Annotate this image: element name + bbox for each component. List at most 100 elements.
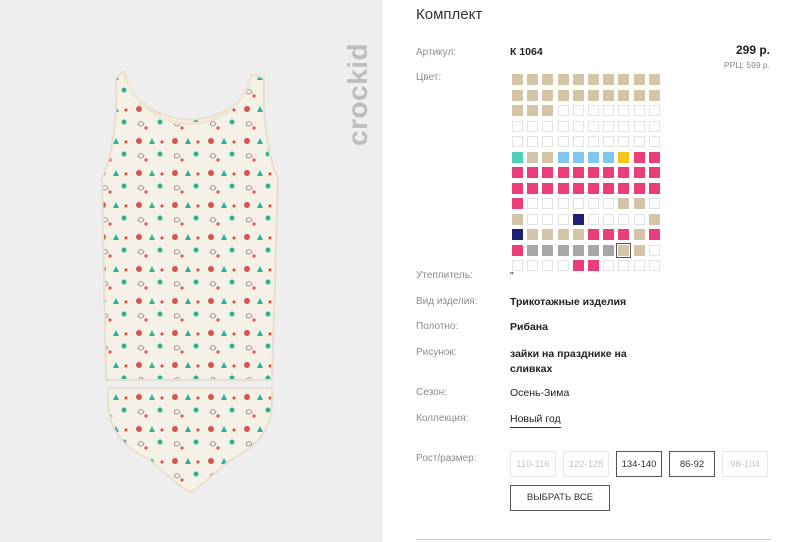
color-swatch-beige[interactable] — [527, 89, 539, 101]
color-swatch-beige[interactable] — [527, 105, 539, 116]
color-swatch-beige[interactable] — [542, 74, 554, 85]
color-swatch-empty — [633, 213, 645, 225]
color-swatch-empty — [648, 120, 660, 132]
color-swatch-grey[interactable] — [603, 244, 615, 256]
color-swatch-pink[interactable] — [512, 244, 523, 256]
size-option-134-140[interactable]: 134-140 — [616, 451, 662, 477]
color-swatch-beige[interactable] — [542, 151, 554, 163]
color-swatch-beige[interactable] — [648, 213, 660, 225]
product-title: Комплект — [416, 6, 483, 23]
color-swatch-beige[interactable] — [633, 89, 645, 101]
color-swatch-pink[interactable] — [572, 260, 584, 271]
color-swatch-beige[interactable] — [633, 74, 645, 85]
color-swatch-beige[interactable] — [633, 198, 645, 209]
color-swatch-beige[interactable] — [616, 242, 632, 258]
color-swatch-pink[interactable] — [572, 182, 584, 194]
color-swatch-grey[interactable] — [527, 244, 539, 256]
color-swatch-beige[interactable] — [512, 105, 523, 116]
color-swatch-sky[interactable] — [572, 151, 584, 163]
size-option-110-116[interactable]: 110-116 — [510, 451, 556, 477]
color-swatch-pink[interactable] — [648, 182, 660, 194]
color-swatch-pink[interactable] — [588, 167, 599, 178]
size-option-98-104[interactable]: 98-104 — [722, 451, 768, 477]
color-swatch-beige[interactable] — [603, 89, 615, 101]
color-swatch-empty — [618, 120, 630, 132]
color-swatch-beige[interactable] — [512, 213, 523, 225]
color-swatch-pink[interactable] — [557, 167, 569, 178]
color-swatch-pink[interactable] — [588, 182, 599, 194]
color-swatch-pink[interactable] — [527, 167, 539, 178]
color-swatch-pink[interactable] — [618, 182, 630, 194]
color-swatch-pink[interactable] — [588, 229, 599, 240]
color-swatch-pink[interactable] — [648, 167, 660, 178]
color-swatch-beige[interactable] — [572, 229, 584, 240]
size-option-122-128[interactable]: 122-128 — [563, 451, 609, 477]
color-swatch-pink[interactable] — [512, 167, 523, 178]
product-photo[interactable]: crockid — [0, 0, 383, 542]
color-swatch-empty — [527, 213, 539, 225]
color-swatch-beige[interactable] — [557, 74, 569, 85]
color-swatch-beige[interactable] — [542, 105, 554, 116]
color-swatch-beige[interactable] — [603, 74, 615, 85]
color-swatch-navy[interactable] — [512, 229, 523, 240]
color-swatch-beige[interactable] — [572, 89, 584, 101]
color-swatch-pink[interactable] — [527, 182, 539, 194]
color-swatch-empty — [588, 213, 599, 225]
color-swatch-navy[interactable] — [572, 213, 584, 225]
color-swatch-pink[interactable] — [603, 229, 615, 240]
color-swatch-pink[interactable] — [603, 182, 615, 194]
color-swatch-pink[interactable] — [633, 167, 645, 178]
color-swatch-yellow[interactable] — [618, 151, 630, 163]
color-swatch-pink[interactable] — [633, 151, 645, 163]
color-swatch-grey[interactable] — [588, 244, 599, 256]
color-swatch-grey[interactable] — [572, 244, 584, 256]
size-option-86-92[interactable]: 86-92 — [669, 451, 715, 477]
color-swatch-sky[interactable] — [588, 151, 599, 163]
color-swatch-pink[interactable] — [588, 260, 599, 271]
color-swatch-pink[interactable] — [572, 167, 584, 178]
color-swatch-pink[interactable] — [618, 167, 630, 178]
select-all-button[interactable]: ВЫБРАТЬ ВСЕ — [510, 485, 610, 511]
color-swatch-beige[interactable] — [527, 229, 539, 240]
color-swatch-grey[interactable] — [557, 244, 569, 256]
color-swatch-beige[interactable] — [512, 74, 523, 85]
color-swatch-beige[interactable] — [572, 74, 584, 85]
color-swatch-beige[interactable] — [588, 89, 599, 101]
color-swatch-empty — [588, 198, 599, 209]
color-swatch-pink[interactable] — [542, 167, 554, 178]
color-swatch-mint[interactable] — [512, 151, 523, 163]
color-swatch-beige[interactable] — [633, 244, 645, 256]
color-swatch-pink[interactable] — [648, 151, 660, 163]
color-swatch-pink[interactable] — [648, 229, 660, 240]
fabric-value: Рибана — [510, 321, 548, 333]
color-swatch-beige[interactable] — [618, 89, 630, 101]
color-swatch-pink[interactable] — [512, 182, 523, 194]
color-swatch-beige[interactable] — [512, 89, 523, 101]
color-swatch-pink[interactable] — [512, 198, 523, 209]
color-swatch-sky[interactable] — [557, 151, 569, 163]
color-swatch-pink[interactable] — [557, 182, 569, 194]
color-swatch-beige[interactable] — [527, 151, 539, 163]
color-swatch-beige[interactable] — [557, 89, 569, 101]
collection-link[interactable]: Новый год — [510, 413, 561, 428]
color-swatch-beige[interactable] — [542, 89, 554, 101]
color-swatch-pink[interactable] — [603, 167, 615, 178]
color-swatch-sky[interactable] — [603, 151, 615, 163]
color-swatch-beige[interactable] — [542, 229, 554, 240]
color-swatch-pink[interactable] — [618, 229, 630, 240]
color-swatch-beige[interactable] — [527, 74, 539, 85]
color-swatch-beige[interactable] — [557, 229, 569, 240]
color-swatch-pink[interactable] — [542, 182, 554, 194]
color-swatch-beige[interactable] — [633, 229, 645, 240]
color-swatch-beige[interactable] — [588, 74, 599, 85]
color-swatch-empty — [557, 136, 569, 147]
color-swatch-beige[interactable] — [648, 74, 660, 85]
rrp-price: РРЦ: 599 р. — [724, 60, 770, 70]
color-swatch-beige[interactable] — [618, 198, 630, 209]
color-swatch-grey[interactable] — [542, 244, 554, 256]
color-swatch-empty — [527, 198, 539, 209]
color-swatch-pink[interactable] — [633, 182, 645, 194]
color-swatch-empty — [572, 136, 584, 147]
color-swatch-beige[interactable] — [648, 89, 660, 101]
color-swatch-beige[interactable] — [618, 74, 630, 85]
